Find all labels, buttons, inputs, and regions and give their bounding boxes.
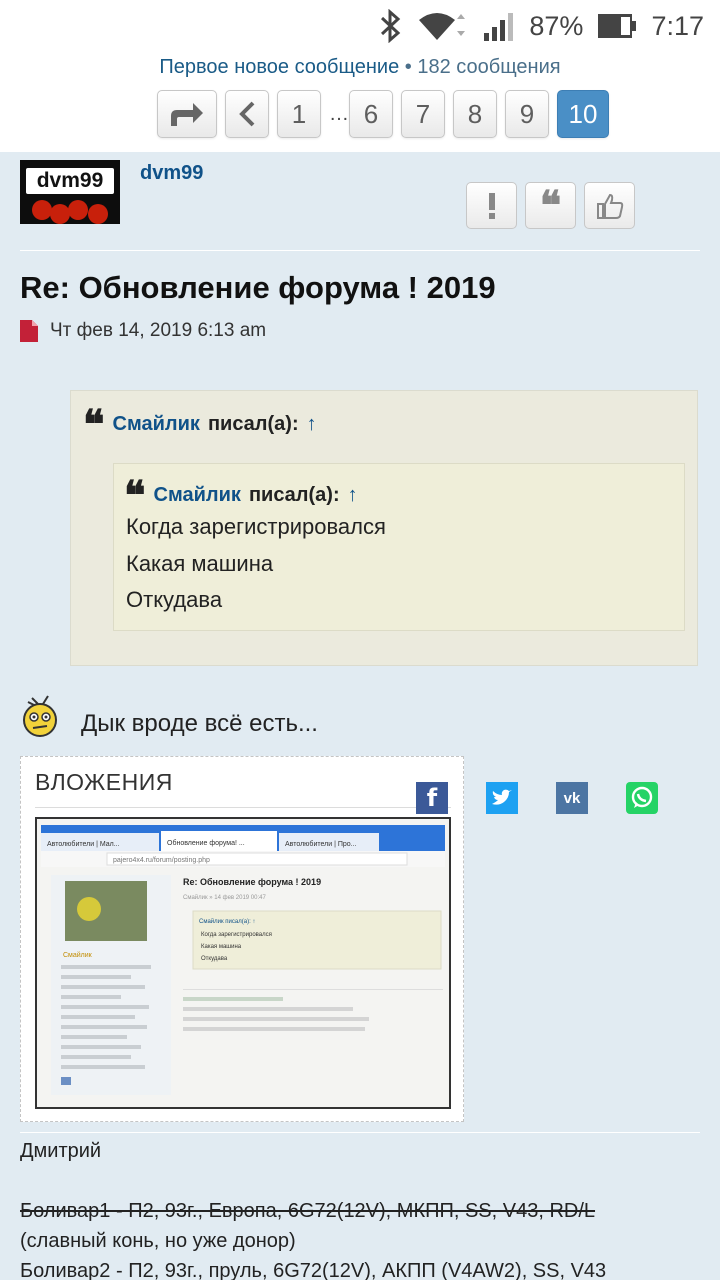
signature-line: Боливар1 - П2, 93г., Европа, 6G72(12V), … [20,1200,596,1222]
vk-share-button[interactable]: vk [556,782,588,814]
avatar-text: dvm99 [26,168,114,194]
svg-text:Обновление форума! ...: Обновление форума! ... [167,839,245,847]
page-10-button[interactable]: 10 [557,90,609,138]
whatsapp-icon [631,786,653,808]
svg-text:Смайлик: Смайлик [63,951,93,959]
pagination: 1 … 6 7 8 9 10 [157,90,609,138]
quote-header: ❝ Смайлик писал(а): ↑ [83,400,317,448]
battery-icon [597,13,637,39]
post-divider [20,250,700,251]
vk-icon: vk [563,789,581,807]
facebook-share-button[interactable]: f [416,782,448,814]
wifi-icon [417,10,469,42]
share-button[interactable] [157,90,217,138]
post-text: Дык вроде всё есть... [81,710,318,737]
page-ellipsis: … [329,102,349,125]
page-7-button[interactable]: 7 [401,90,445,138]
post-count: 182 сообщения [417,56,561,78]
quote-line: Какая машина [126,551,274,576]
quote-source-link[interactable]: ↑ [348,484,358,507]
nested-blockquote: ❝ Смайлик писал(а): ↑ Когда зарегистриро… [113,463,685,631]
attachment-thumbnail[interactable]: Автолюбители | Мал... Обновление форума!… [35,817,451,1109]
twitter-icon [492,789,512,805]
svg-text:Re: Обновление форума ! 2019: Re: Обновление форума ! 2019 [183,877,321,887]
page-9-button[interactable]: 9 [505,90,549,138]
signature-line: (славный конь, но уже донор) [20,1230,296,1252]
clock: 7:17 [651,10,704,41]
file-icon[interactable] [20,320,38,342]
separator: • [399,56,418,78]
page-1-button[interactable]: 1 [277,90,321,138]
topic-info: Первое новое сообщение • 182 сообщения [0,56,720,79]
signature-name: Дмитрий [20,1140,102,1162]
post-actions: ❝ [466,182,635,229]
battery-percent: 87% [529,10,584,41]
svg-text:Откудава: Откудава [201,956,228,962]
quote-source-link[interactable]: ↑ [307,413,317,436]
quote-header: ❝ Смайлик писал(а): ↑ [124,471,358,519]
quote-wrote-label: писал(а): [248,484,340,506]
report-icon [488,192,495,219]
attachments-label: ВЛОЖЕНИЯ [35,769,173,795]
page-8-button[interactable]: 8 [453,90,497,138]
svg-text:Автолюбители | Про...: Автолюбители | Про... [285,840,357,848]
quote-wrote-label: писал(а): [207,413,299,435]
thumbs-up-icon [596,193,623,219]
signature-line: Боливар2 - П2, 93г., пруль, 6G72(12V), А… [20,1260,607,1280]
post-date: Чт фев 14, 2019 6:13 am [50,320,267,341]
svg-text:Смайлик » 14 фев 2019 00:47: Смайлик » 14 фев 2019 00:47 [183,894,266,901]
topic-header: Первое новое сообщение • 182 сообщения 1… [0,52,720,152]
svg-text:pajero4x4.ru/forum/posting.php: pajero4x4.ru/forum/posting.php [113,857,210,864]
chevron-left-icon [239,101,255,127]
post-title[interactable]: Re: Обновление форума ! 2019 [20,270,496,306]
svg-text:Автолюбители | Мал...: Автолюбители | Мал... [47,840,120,848]
post-meta: Чт фев 14, 2019 6:13 am [20,320,266,342]
smiley-icon [23,695,57,737]
bluetooth-icon [379,9,403,43]
page-6-button[interactable]: 6 [349,90,393,138]
twitter-share-button[interactable] [486,782,518,814]
avatar[interactable]: dvm99 [20,160,120,224]
report-button[interactable] [466,182,517,229]
post: dvm99 dvm99 ❝ Re: Обновление форума ! 20… [0,152,720,1280]
share-icon [171,103,203,126]
quote-icon: ❝ [83,400,105,448]
svg-text:Смайлик писал(а): ↑: Смайлик писал(а): ↑ [199,918,255,925]
quote-line: Когда зарегистрировался [126,514,386,539]
facebook-icon: f [426,784,438,812]
status-bar: 87% 7:17 [0,0,720,52]
previous-page-button[interactable] [225,90,269,138]
first-new-post-link[interactable]: Первое новое сообщение [159,56,399,78]
svg-text:Какая машина: Какая машина [201,944,242,950]
quote-author-link[interactable]: Смайлик [154,484,241,507]
signal-icon [483,11,515,41]
quote-author-link[interactable]: Смайлик [113,413,200,436]
quote-icon: ❝ [124,471,146,519]
whatsapp-share-button[interactable] [626,782,658,814]
signature-divider [20,1132,700,1133]
svg-text:Когда зарегистрировался: Когда зарегистрировался [201,932,272,938]
quote-button[interactable]: ❝ [525,182,576,229]
quote-icon: ❝ [539,181,562,229]
attachments-box: ВЛОЖЕНИЯ Автолюбители | Мал... Обновлени… [20,756,464,1122]
like-button[interactable] [584,182,635,229]
blockquote: ❝ Смайлик писал(а): ↑ ❝ Смайлик писал(а)… [70,390,698,666]
post-author-link[interactable]: dvm99 [140,162,203,185]
quote-line: Откудава [126,587,223,612]
